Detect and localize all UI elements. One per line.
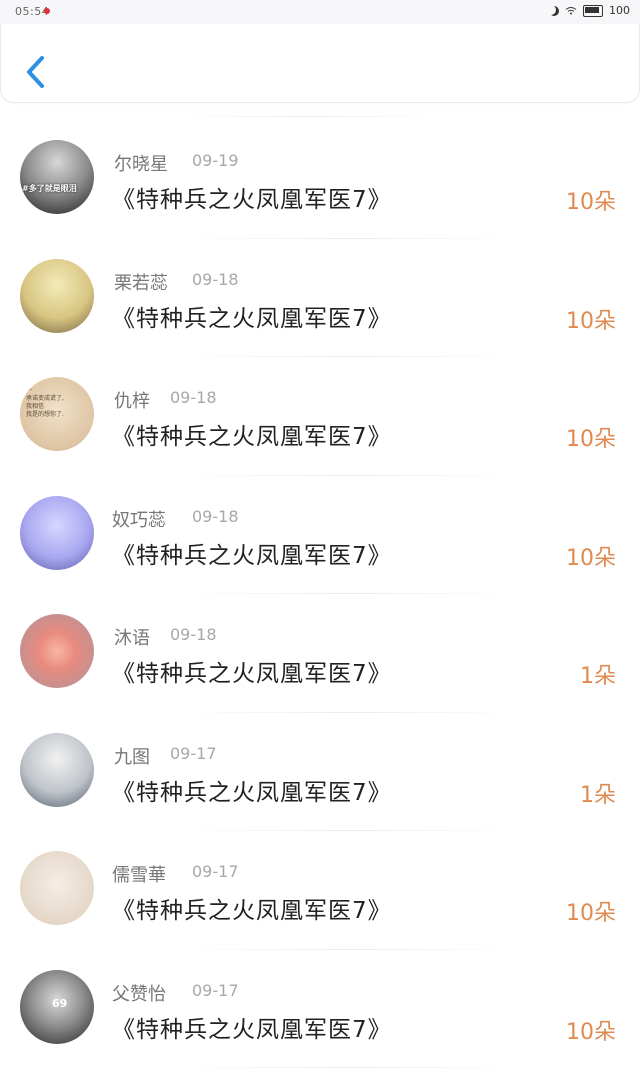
gift-date: 09-18: [170, 388, 217, 407]
avatar: [20, 496, 94, 570]
gift-amount: 10朵: [566, 540, 616, 572]
gift-date: 09-17: [192, 862, 239, 881]
avatar: [20, 733, 94, 807]
status-indicators: 100: [549, 4, 630, 17]
list-item[interactable]: 69 父赞怡 09-17 《特种兵之火凤凰军医7》 10朵: [0, 950, 640, 1068]
gift-date: 09-18: [192, 270, 239, 289]
book-title: 《特种兵之火凤凰军医7》: [112, 891, 392, 925]
back-button[interactable]: [21, 54, 49, 90]
book-title: 《特种兵之火凤凰军医7》: [112, 536, 392, 570]
gift-amount: 10朵: [566, 421, 616, 453]
user-name: 仇梓: [114, 387, 150, 413]
gift-date: 09-17: [170, 744, 217, 763]
book-title: 《特种兵之火凤凰军医7》: [112, 654, 392, 688]
avatar: #多了就是眼泪: [20, 140, 94, 214]
user-name: 栗若蕊: [114, 269, 168, 295]
gift-amount: 10朵: [566, 895, 616, 927]
avatar: [20, 259, 94, 333]
book-title: 《特种兵之火凤凰军医7》: [112, 180, 392, 214]
avatar-caption: #多了就是眼泪: [22, 183, 77, 194]
gift-list: #多了就是眼泪 尔晓星 09-19 《特种兵之火凤凰军医7》 10朵 栗若蕊 0…: [0, 120, 640, 1068]
book-title: 《特种兵之火凤凰军医7》: [112, 299, 392, 333]
user-name: 尔晓星: [114, 150, 168, 176]
user-name: 父赞怡: [112, 980, 166, 1006]
moon-icon: [549, 6, 559, 16]
avatar: 69: [20, 970, 94, 1044]
user-name: 儒雪華: [112, 861, 166, 887]
avatar: 一 承诺变成谎了, 我相信 我是的想你了.: [20, 377, 94, 451]
gift-date: 09-17: [192, 981, 239, 1000]
list-item[interactable]: 沐语 09-18 《特种兵之火凤凰军医7》 1朵: [0, 594, 640, 713]
gift-date: 09-18: [170, 625, 217, 644]
top-header: [0, 24, 640, 103]
list-item[interactable]: #多了就是眼泪 尔晓星 09-19 《特种兵之火凤凰军医7》 10朵: [0, 120, 640, 239]
gift-amount: 10朵: [566, 184, 616, 216]
gift-amount: 10朵: [566, 303, 616, 335]
gift-date: 09-18: [192, 507, 239, 526]
gift-amount: 10朵: [566, 1014, 616, 1046]
chevron-left-icon: [21, 54, 49, 90]
book-title: 《特种兵之火凤凰军医7》: [112, 417, 392, 451]
battery-icon: [583, 5, 603, 17]
status-bar: 05:54 100: [0, 0, 640, 24]
wifi-icon: [565, 6, 577, 16]
gift-amount: 1朵: [580, 777, 616, 809]
user-name: 奴巧蕊: [112, 506, 166, 532]
notification-dot-icon: [44, 8, 50, 14]
avatar-caption: 69: [52, 997, 67, 1010]
battery-level: 100: [609, 4, 630, 17]
book-title: 《特种兵之火凤凰军医7》: [112, 1010, 392, 1044]
list-item[interactable]: 奴巧蕊 09-18 《特种兵之火凤凰军医7》 10朵: [0, 476, 640, 595]
gift-amount: 1朵: [580, 658, 616, 690]
list-item[interactable]: 一 承诺变成谎了, 我相信 我是的想你了. 仇梓 09-18 《特种兵之火凤凰军…: [0, 357, 640, 476]
list-item[interactable]: 儒雪華 09-17 《特种兵之火凤凰军医7》 10朵: [0, 831, 640, 950]
avatar-caption: 一 承诺变成谎了, 我相信 我是的想你了.: [26, 387, 64, 419]
list-item[interactable]: 栗若蕊 09-18 《特种兵之火凤凰军医7》 10朵: [0, 239, 640, 358]
gift-date: 09-19: [192, 151, 239, 170]
list-item[interactable]: 九图 09-17 《特种兵之火凤凰军医7》 1朵: [0, 713, 640, 832]
user-name: 九图: [114, 743, 150, 769]
avatar: [20, 614, 94, 688]
avatar: [20, 851, 94, 925]
book-title: 《特种兵之火凤凰军医7》: [112, 773, 392, 807]
user-name: 沐语: [114, 624, 150, 650]
